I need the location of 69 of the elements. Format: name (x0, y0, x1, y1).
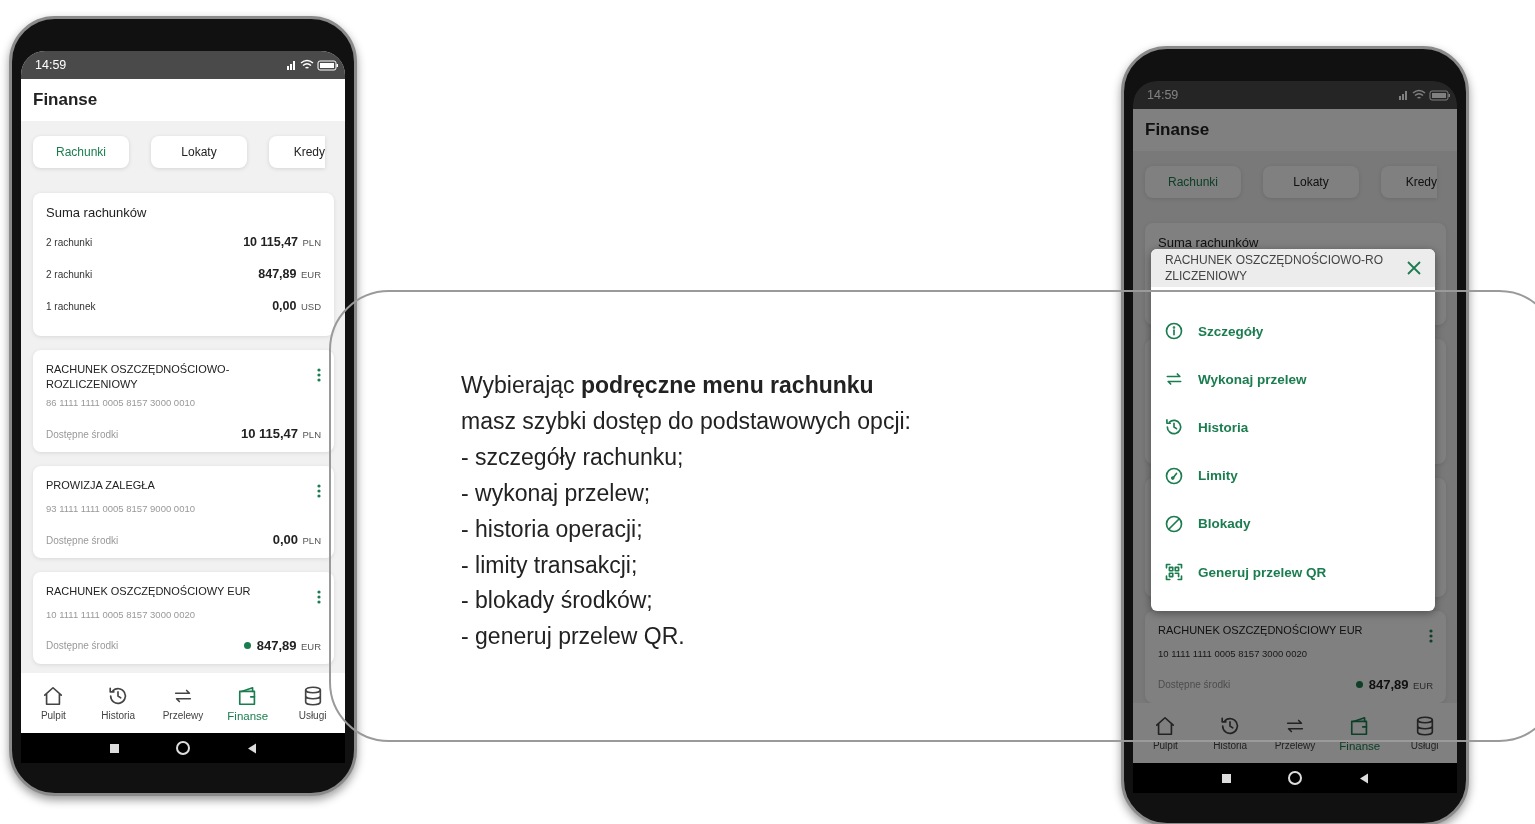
description-text: Wybierając podręczne menu rachunku masz szybki dostęp do podstawowych opcji: - szczegóły rachunku; - wykonaj przelew; - historia operacji; - limity transakcji; - blokady środków; - generuj przelew QR. (461, 371, 911, 652)
amount-text: 847,89 EUR (258, 266, 321, 282)
menu-item[interactable]: Generuj przelew QR (1151, 547, 1435, 597)
tab[interactable]: Lokaty (151, 136, 247, 168)
block-icon (1164, 513, 1184, 534)
account-name: RACHUNEK OSZCZĘDNOŚCIOWO-ROZLICZENIOWY (46, 362, 231, 392)
account-number: 10 1111 1111 0005 8157 3000 0020 (46, 609, 196, 620)
tab[interactable]: Kredy (269, 136, 325, 168)
account-card[interactable]: PROWIZJA ZALEGŁA 93 1111 1111 0005 8157 9000 0010 Dostępne środki 0,00 PLN (33, 466, 334, 558)
account-number: 10 1111 1111 0005 8157 3000 0020 (1158, 648, 1308, 659)
account-name: PROWIZJA ZALEGŁA (46, 478, 155, 493)
nav-item[interactable]: Finanse (1329, 714, 1390, 752)
available-label: Dostępne środki (46, 535, 119, 546)
account-number: 93 1111 1111 0005 8157 9000 0010 (46, 503, 196, 514)
nav-item[interactable]: Finanse (217, 684, 278, 722)
nav-item[interactable]: Przelewy (153, 685, 213, 721)
account-number: 86 1111 1111 0005 8157 3000 0010 (46, 397, 196, 408)
tab[interactable]: Kredy (1381, 166, 1437, 198)
account-name: RACHUNEK OSZCZĘDNOŚCIOWY EUR (1158, 623, 1363, 638)
gauge-icon (1164, 465, 1184, 486)
home-button-icon[interactable] (175, 741, 190, 755)
amount-text: 847,89 EUR (1368, 676, 1433, 693)
tab[interactable]: Lokaty (1263, 166, 1359, 198)
amount-text: 0,00 USD (272, 298, 321, 314)
account-count: 2 rachunki (46, 269, 93, 280)
menu-title: RACHUNEK OSZCZĘDNOŚCIOWO-RO ZLICZENIOWY (1165, 252, 1383, 284)
nav-item[interactable]: Historia (88, 685, 149, 721)
more-icon[interactable] (317, 368, 321, 382)
menu-item[interactable]: Szczegóły (1151, 307, 1435, 356)
more-icon[interactable] (317, 484, 321, 498)
nav-item[interactable]: Usługi (282, 685, 343, 721)
amount-text: 10 115,47 PLN (240, 425, 321, 442)
nav-item[interactable]: Pulpit (23, 685, 84, 721)
qr-icon (1164, 562, 1184, 583)
back-icon[interactable] (1358, 772, 1369, 784)
account-card[interactable]: RACHUNEK OSZCZĘDNOŚCIOWY EUR 10 1111 1111 0005 8157 3000 0020 Dostępne środki 847,89 EUR (33, 572, 334, 664)
menu-item[interactable]: Historia (1151, 403, 1435, 452)
screen-title: Finanse (1145, 120, 1210, 140)
status-time: 14:59 (1147, 88, 1179, 102)
amount-text: 0,00 PLN (272, 531, 321, 548)
account-card[interactable]: RACHUNEK OSZCZĘDNOŚCIOWO-ROZLICZENIOWY 86 1111 1111 0005 8157 3000 0010 Dostępne środki 10 115,47 PLN (33, 350, 334, 452)
more-icon[interactable] (1429, 629, 1433, 643)
back-icon[interactable] (246, 742, 257, 754)
menu-item[interactable]: Limity (1151, 451, 1435, 500)
menu-item[interactable]: Blokady (1151, 499, 1435, 548)
recent-apps-icon[interactable] (1221, 773, 1231, 783)
available-label: Dostępne środki (46, 429, 119, 440)
tab[interactable]: Rachunki (1145, 166, 1241, 198)
menu-item[interactable]: Wykonaj przelew (1151, 355, 1435, 404)
screen-title: Finanse (33, 90, 98, 110)
available-label: Dostępne środki (46, 639, 119, 651)
summary-title: Suma rachunków (46, 205, 148, 220)
home-icon (1154, 715, 1177, 737)
amount-text: 847,89 EUR (256, 637, 321, 654)
status-time: 14:59 (35, 58, 67, 72)
account-name: RACHUNEK OSZCZĘDNOŚCIOWY EUR (46, 584, 251, 599)
close-icon[interactable] (1407, 261, 1421, 275)
info-icon (1164, 321, 1184, 342)
account-count: 2 rachunki (46, 237, 93, 248)
nav-item[interactable]: Historia (1200, 715, 1261, 751)
nav-item[interactable]: Usługi (1394, 715, 1455, 751)
home-icon (42, 685, 65, 707)
recent-apps-icon[interactable] (109, 743, 119, 753)
more-icon[interactable] (317, 590, 321, 604)
home-button-icon[interactable] (1287, 771, 1302, 785)
amount-text: 10 115,47 PLN (243, 234, 321, 250)
tab[interactable]: Rachunki (33, 136, 129, 168)
account-count: 1 rachunek (46, 301, 96, 312)
summary-title: Suma rachunków (1158, 235, 1260, 250)
